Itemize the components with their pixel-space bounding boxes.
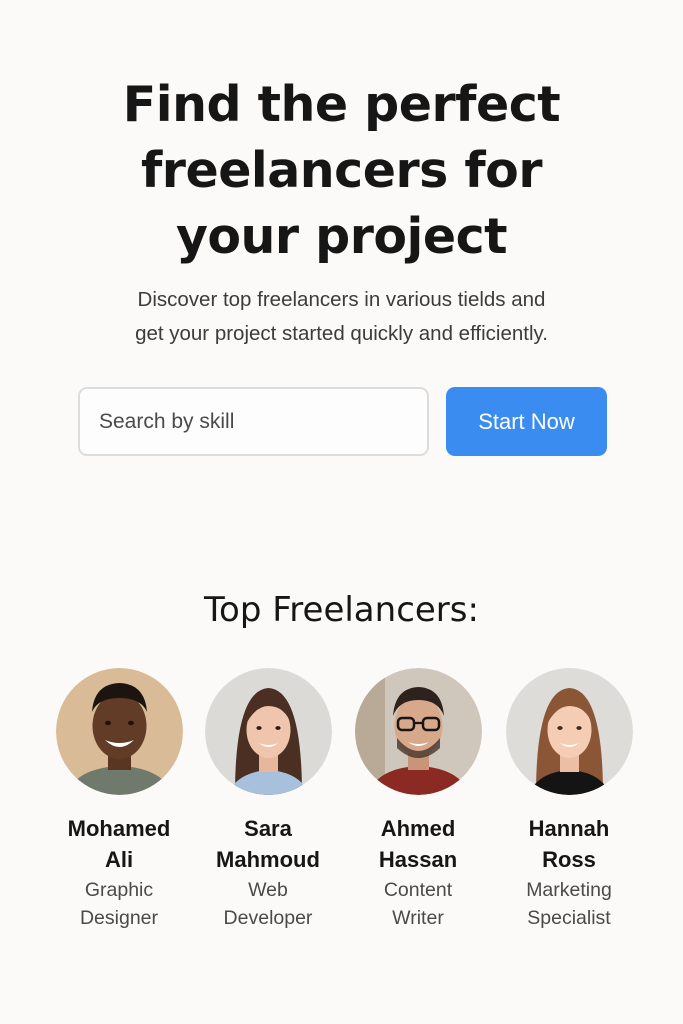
freelancer-role-line: Graphic [84,879,154,901]
freelancer-role-line: Marketing [526,879,612,901]
hero-subtitle-line: Discover top freelancers in various tiel… [137,288,546,311]
freelancer-name: Ahmed Hassan [343,813,493,875]
freelancer-card[interactable]: Hannah Ross Marketing Specialist [494,668,644,932]
hero-title-line: your project [175,208,508,265]
freelancer-name-line: Mahmoud [216,847,320,872]
freelancer-name: Hannah Ross [494,813,644,875]
start-now-button[interactable]: Start Now [446,387,607,456]
freelancer-name-line: Ross [542,847,596,872]
freelancer-role-line: Content [383,879,453,901]
freelancer-name-line: Hassan [378,847,458,872]
freelancer-name-line: Hannah [528,816,610,841]
hero-title-line: Find the perfect [122,76,561,133]
freelancer-role: Marketing Specialist [494,876,644,932]
freelancer-role-line: Web [248,879,288,901]
freelancer-role-line: Writer [392,907,444,929]
freelancer-name-line: Ali [104,847,134,872]
freelancer-role: Graphic Designer [44,876,194,932]
skill-search-input[interactable] [78,387,429,456]
landing-page: Find the perfect freelancers for your pr… [0,0,683,1024]
freelancer-role: Content Writer [343,876,493,932]
top-freelancers-title: Top Freelancers: [204,590,479,630]
freelancer-card[interactable]: Mohamed Ali Graphic Designer [44,668,194,932]
man-glasses-avatar [354,668,482,795]
freelancer-role: Web Developer [193,876,343,932]
freelancer-name-line: Mohamed [67,816,171,841]
man-smiling-avatar [55,668,183,795]
hero-title-line: freelancers for [140,142,543,199]
freelancer-name-line: Sara [244,816,292,841]
freelancer-card[interactable]: Sara Mahmoud Web Developer [193,668,343,932]
hero-subtitle: Discover top freelancers in various tiel… [0,283,683,351]
freelancer-role-line: Designer [79,907,159,929]
freelancer-role-line: Developer [223,907,313,929]
hero-subtitle-line: get your project started quickly and eff… [135,322,548,345]
freelancer-role-line: Specialist [527,907,611,929]
woman-dark-hair-avatar [204,668,332,795]
freelancer-name-line: Ahmed [380,816,456,841]
hero-title: Find the perfect freelancers for your pr… [0,72,683,270]
woman-auburn-hair-avatar [505,668,633,795]
freelancer-name: Mohamed Ali [44,813,194,875]
freelancer-card[interactable]: Ahmed Hassan Content Writer [343,668,493,932]
freelancer-name: Sara Mahmoud [193,813,343,875]
